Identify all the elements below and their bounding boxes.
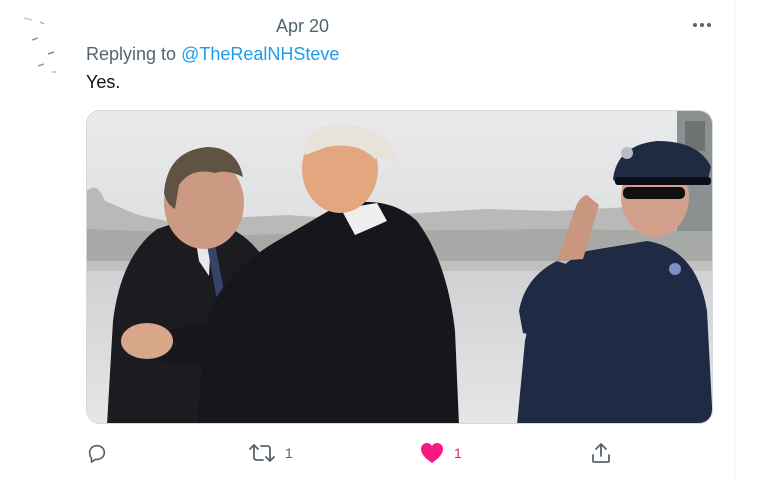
replying-handle-link[interactable]: @TheRealNHSteve [181, 44, 339, 64]
share-button[interactable] [590, 438, 612, 468]
replying-prefix: Replying to [86, 44, 182, 64]
column-border [734, 0, 735, 480]
reply-icon [88, 444, 106, 463]
tweet-photo[interactable] [86, 110, 713, 424]
heart-icon [421, 443, 443, 463]
retweet-count: 1 [285, 445, 293, 461]
more-icon [693, 23, 711, 27]
tweet-date[interactable]: Apr 20 [276, 16, 329, 37]
replying-to: Replying to @TheRealNHSteve [86, 44, 339, 65]
avatar-fragment [23, 17, 56, 73]
retweet-button[interactable]: 1 [249, 438, 293, 468]
tweet: Apr 20 Replying to @TheRealNHSteve Yes. [0, 0, 768, 480]
like-button[interactable]: 1 [420, 438, 462, 468]
reply-button[interactable] [86, 438, 118, 468]
photo-illustration [87, 111, 712, 423]
like-count: 1 [454, 445, 462, 461]
retweet-icon [249, 444, 275, 462]
more-button[interactable] [689, 14, 715, 36]
share-icon [592, 443, 610, 463]
tweet-text: Yes. [86, 72, 121, 92]
tweet-actions: 1 1 [86, 438, 626, 468]
